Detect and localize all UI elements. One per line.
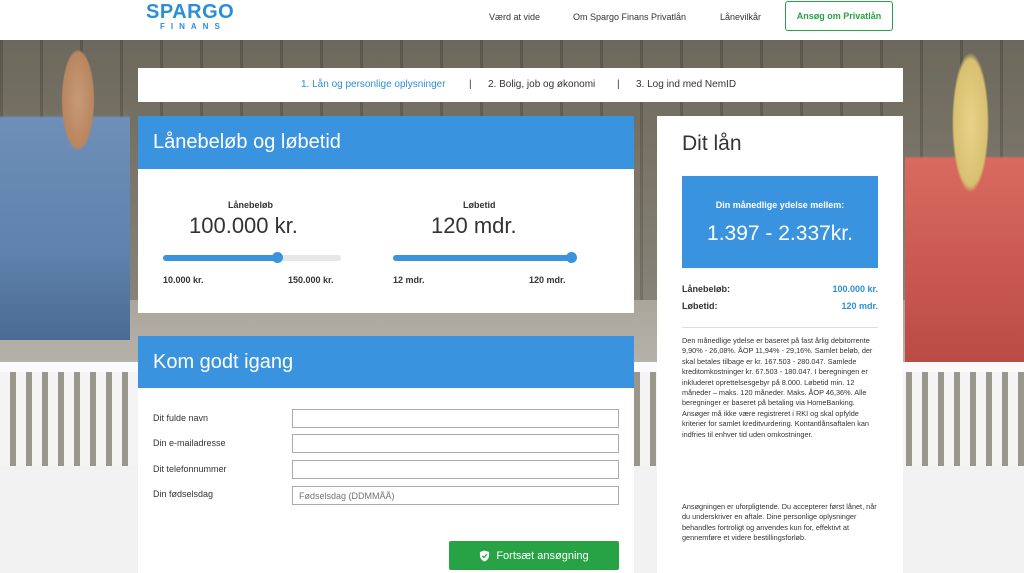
fine-print-disclaimer: Ansøgningen er uforpligtende. Du accepte… [682,502,877,543]
fine-print-terms: Den månedlige ydelse er baseret på fast … [682,336,873,439]
amount-slider-label: Lånebeløb [228,200,274,210]
progress-steps: 1. Lån og personlige oplysninger | 2. Bo… [138,68,903,102]
monthly-payment-label: Din månedlige ydelse mellem: [715,200,845,210]
summary-term-label: Løbetid: [682,301,718,311]
summary-divider [682,327,878,328]
birthday-input[interactable] [292,486,619,505]
application-form-card: Kom godt igang Dit fulde navn Din e-mail… [138,336,634,573]
spargo-logo[interactable]: SPARGO FINANS [146,2,234,31]
hero-person-left [0,40,130,340]
apply-button[interactable]: Ansøg om Privatlån [785,1,893,31]
term-slider-value: 120 mdr. [431,213,517,238]
step-separator: | [469,79,472,90]
phone-input[interactable] [292,460,619,479]
nav-link-vaerd-at-vide[interactable]: Værd at vide [489,12,540,22]
summary-amount-row: Lånebeløb: 100.000 kr. [682,284,878,294]
loan-card-title: Lånebeløb og løbetid [138,116,634,169]
term-max-label: 120 mdr. [529,275,566,285]
birthday-label: Din fødselsdag [153,489,214,499]
summary-term-value: 120 mdr. [841,301,878,311]
shield-check-icon [480,550,490,561]
hero-person-right [905,40,1024,370]
continue-application-button[interactable]: Fortsæt ansøgning [449,541,619,570]
term-slider-fill [393,255,571,261]
form-card-title: Kom godt igang [138,336,634,388]
summary-title: Dit lån [682,132,742,155]
amount-slider-handle[interactable] [272,252,283,263]
loan-summary-card: Dit lån Din månedlige ydelse mellem: 1.3… [657,116,903,573]
logo-wordmark: SPARGO [146,1,235,23]
amount-slider[interactable] [163,252,341,263]
summary-term-row: Løbetid: 120 mdr. [682,301,878,311]
nav-link-om-spargo[interactable]: Om Spargo Finans Privatlån [573,12,686,22]
term-min-label: 12 mdr. [393,275,425,285]
logo-subtitle: FINANS [160,22,226,31]
full-name-input[interactable] [292,409,619,428]
amount-slider-fill [163,255,277,261]
step-separator: | [617,79,620,90]
site-header: SPARGO FINANS Værd at vide Om Spargo Fin… [0,0,1024,40]
summary-amount-label: Lånebeløb: [682,284,731,294]
summary-amount-value: 100.000 kr. [832,284,878,294]
phone-label: Dit telefonnummer [153,464,227,474]
nav-link-laanevilkaar[interactable]: Lånevilkår [720,12,761,22]
monthly-payment-box: Din månedlige ydelse mellem: 1.397 - 2.3… [682,176,878,268]
amount-min-label: 10.000 kr. [163,275,204,285]
email-label: Din e-mailadresse [153,438,226,448]
step-2: 2. Bolig, job og økonomi [488,79,596,90]
step-3: 3. Log ind med NemID [636,79,737,90]
amount-slider-value: 100.000 kr. [189,213,298,238]
amount-max-label: 150.000 kr. [288,275,334,285]
step-1: 1. Lån og personlige oplysninger [301,79,446,90]
term-slider-handle[interactable] [566,252,577,263]
continue-button-label: Fortsæt ansøgning [496,549,589,562]
term-slider[interactable] [393,252,577,263]
full-name-label: Dit fulde navn [153,413,209,423]
term-slider-label: Løbetid [463,200,496,210]
loan-card: Lånebeløb og løbetid Lånebeløb 100.000 k… [138,116,634,313]
monthly-payment-range: 1.397 - 2.337kr. [707,222,853,245]
email-input[interactable] [292,434,619,453]
